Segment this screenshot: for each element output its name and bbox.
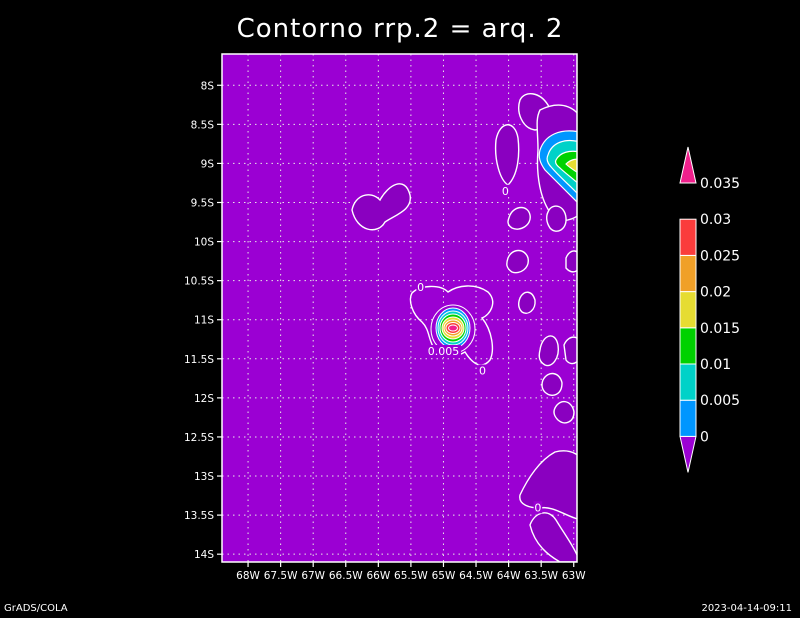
y-tick-label: 11.5S: [184, 354, 214, 366]
y-tick-label: 10.5S: [184, 276, 214, 288]
y-tick-label: 10S: [194, 237, 214, 249]
x-tick-label: 67W: [301, 570, 325, 582]
y-tick-label: 9S: [201, 158, 215, 170]
contour-label: 0: [502, 185, 509, 198]
x-tick-label: 66.5W: [329, 570, 363, 582]
y-tick-label: 13S: [194, 471, 214, 483]
x-tick-label: 64.5W: [459, 570, 493, 582]
x-tick-label: 68W: [236, 570, 260, 582]
y-tick-label: 14S: [194, 549, 214, 561]
colorbar-label: 0.035: [700, 176, 740, 192]
x-tick-label: 65W: [432, 570, 456, 582]
y-tick-label: 13.5S: [184, 510, 214, 522]
x-axis: 68W 67.5W 67W 66.5W 66W 65.5W 65W 64.5W 64W 63.5W…: [236, 562, 586, 582]
colorbar-swatch: [679, 146, 697, 184]
x-tick-label: 66W: [366, 570, 390, 582]
y-tick-label: 12.5S: [184, 432, 214, 444]
x-tick-label: 63W: [562, 570, 586, 582]
x-tick-label: 63.5W: [524, 570, 558, 582]
colorbar-label: 0.03: [700, 212, 731, 228]
colorbar: 0 0.005 0.01 0.015 0.02 0.025 0.03 0.035: [679, 146, 740, 473]
colorbar-label: 0.015: [700, 321, 740, 337]
y-tick-label: 8S: [201, 80, 215, 92]
colorbar-label: 0.02: [700, 285, 731, 301]
x-tick-label: 65.5W: [394, 570, 428, 582]
contour-label: 0: [479, 365, 486, 378]
footer-credit: GrADS/COLA: [4, 603, 68, 614]
contour-label: 0: [534, 501, 541, 514]
colorbar-swatch: [679, 435, 697, 473]
colorbar-label: 0: [700, 429, 709, 445]
x-tick-label: 67.5W: [264, 570, 298, 582]
x-tick-label: 64W: [497, 570, 521, 582]
contour-label: 0.005: [428, 345, 460, 358]
colorbar-label: 0.01: [700, 357, 731, 373]
y-tick-label: 12S: [194, 393, 214, 405]
colorbar-swatch: [679, 327, 697, 365]
footer-timestamp: 2023-04-14-09:11: [701, 603, 792, 614]
colorbar-swatch: [679, 218, 697, 256]
colorbar-swatch: [679, 254, 697, 293]
colorbar-swatch: [679, 363, 697, 401]
colorbar-label: 0.025: [700, 248, 740, 264]
y-tick-label: 11S: [194, 315, 214, 327]
contour-map: 0 0 0.005 0 0 68W 67.5W 67W 66.5W 66W 65.5W 65W 64.…: [184, 53, 740, 582]
y-tick-label: 8.5S: [191, 119, 215, 131]
contour-label: 0: [417, 281, 424, 294]
y-axis: 8S 8.5S 9S 9.5S 10S 10.5S 11S 11.5S 12S 12.5S 13S 1…: [184, 80, 222, 561]
colorbar-swatch: [679, 291, 697, 329]
colorbar-swatch: [679, 399, 697, 437]
colorbar-label: 0.005: [700, 393, 740, 409]
y-tick-label: 9.5S: [191, 197, 215, 209]
